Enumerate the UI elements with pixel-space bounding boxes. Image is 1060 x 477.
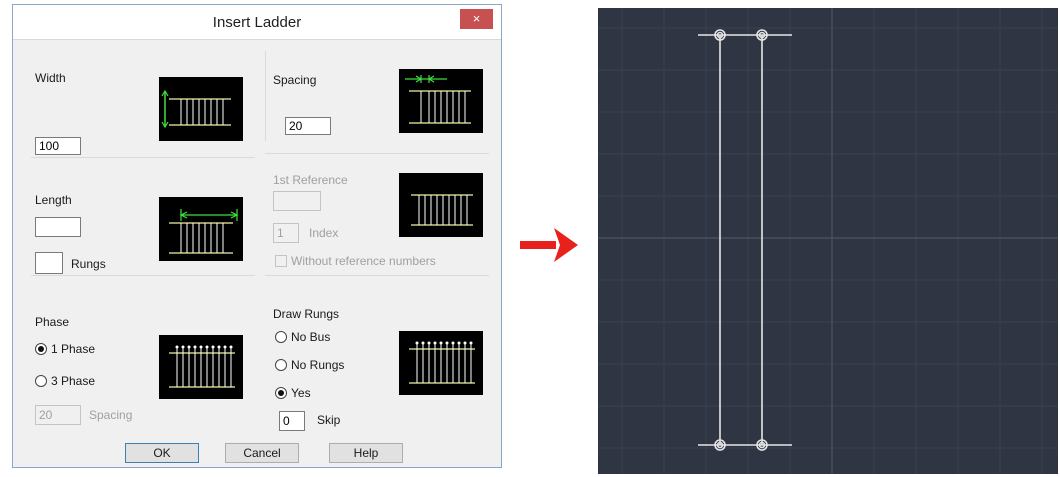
length-label: Length <box>35 193 72 207</box>
spacing-label: Spacing <box>273 73 317 87</box>
group-divider <box>265 275 489 276</box>
without-reference-checkbox[interactable] <box>275 255 287 267</box>
group-divider <box>31 157 255 158</box>
ok-button[interactable]: OK <box>125 443 199 463</box>
title-bar[interactable]: Insert Ladder × <box>13 5 501 40</box>
skip-input[interactable] <box>279 411 305 431</box>
help-button[interactable]: Help <box>329 443 403 463</box>
ladder-phase-icon <box>159 335 243 399</box>
index-input[interactable] <box>273 223 299 243</box>
ladder-spacing-icon <box>399 69 483 133</box>
close-button[interactable]: × <box>460 9 493 29</box>
no-bus-label: No Bus <box>291 330 331 344</box>
spacing-input[interactable] <box>285 117 331 135</box>
cad-drawing <box>598 8 1058 474</box>
draw-rungs-label: Draw Rungs <box>273 307 340 321</box>
width-input[interactable] <box>35 137 81 155</box>
ladder-width-icon <box>159 77 243 141</box>
without-reference-label: Without reference numbers <box>291 254 436 268</box>
group-divider <box>265 51 266 141</box>
index-label: Index <box>309 226 339 240</box>
phase-3-label: 3 Phase <box>51 374 96 388</box>
cancel-button[interactable]: Cancel <box>225 443 299 463</box>
insert-ladder-dialog: Insert Ladder × Width Spacing <box>12 4 502 468</box>
length-input[interactable] <box>35 217 81 237</box>
phase-3-radio[interactable] <box>35 375 47 387</box>
skip-label: Skip <box>317 413 341 427</box>
ladder-length-icon <box>159 197 243 261</box>
no-rungs-label: No Rungs <box>291 358 345 372</box>
phase-spacing-label: Spacing <box>89 408 133 422</box>
no-rungs-radio[interactable] <box>275 359 287 371</box>
reference-label: 1st Reference <box>273 173 348 187</box>
width-label: Width <box>35 71 66 85</box>
phase-1-label: 1 Phase <box>51 342 96 356</box>
phase-label: Phase <box>35 315 70 329</box>
ladder-reference-icon <box>399 173 483 237</box>
reference-input[interactable] <box>273 191 321 211</box>
yes-radio[interactable] <box>275 387 287 399</box>
rungs-input[interactable] <box>35 252 63 274</box>
close-icon: × <box>472 11 481 26</box>
rungs-label: Rungs <box>71 257 106 271</box>
yes-label: Yes <box>291 386 311 400</box>
group-divider <box>265 153 489 154</box>
cad-drawing-canvas[interactable] <box>598 8 1058 474</box>
phase-1-radio[interactable] <box>35 343 47 355</box>
group-divider <box>31 275 255 276</box>
ladder-rungs-icon <box>399 331 483 395</box>
phase-spacing-input[interactable] <box>35 405 81 425</box>
no-bus-radio[interactable] <box>275 331 287 343</box>
dialog-title: Insert Ladder <box>212 14 302 31</box>
right-arrow-icon <box>520 226 580 267</box>
